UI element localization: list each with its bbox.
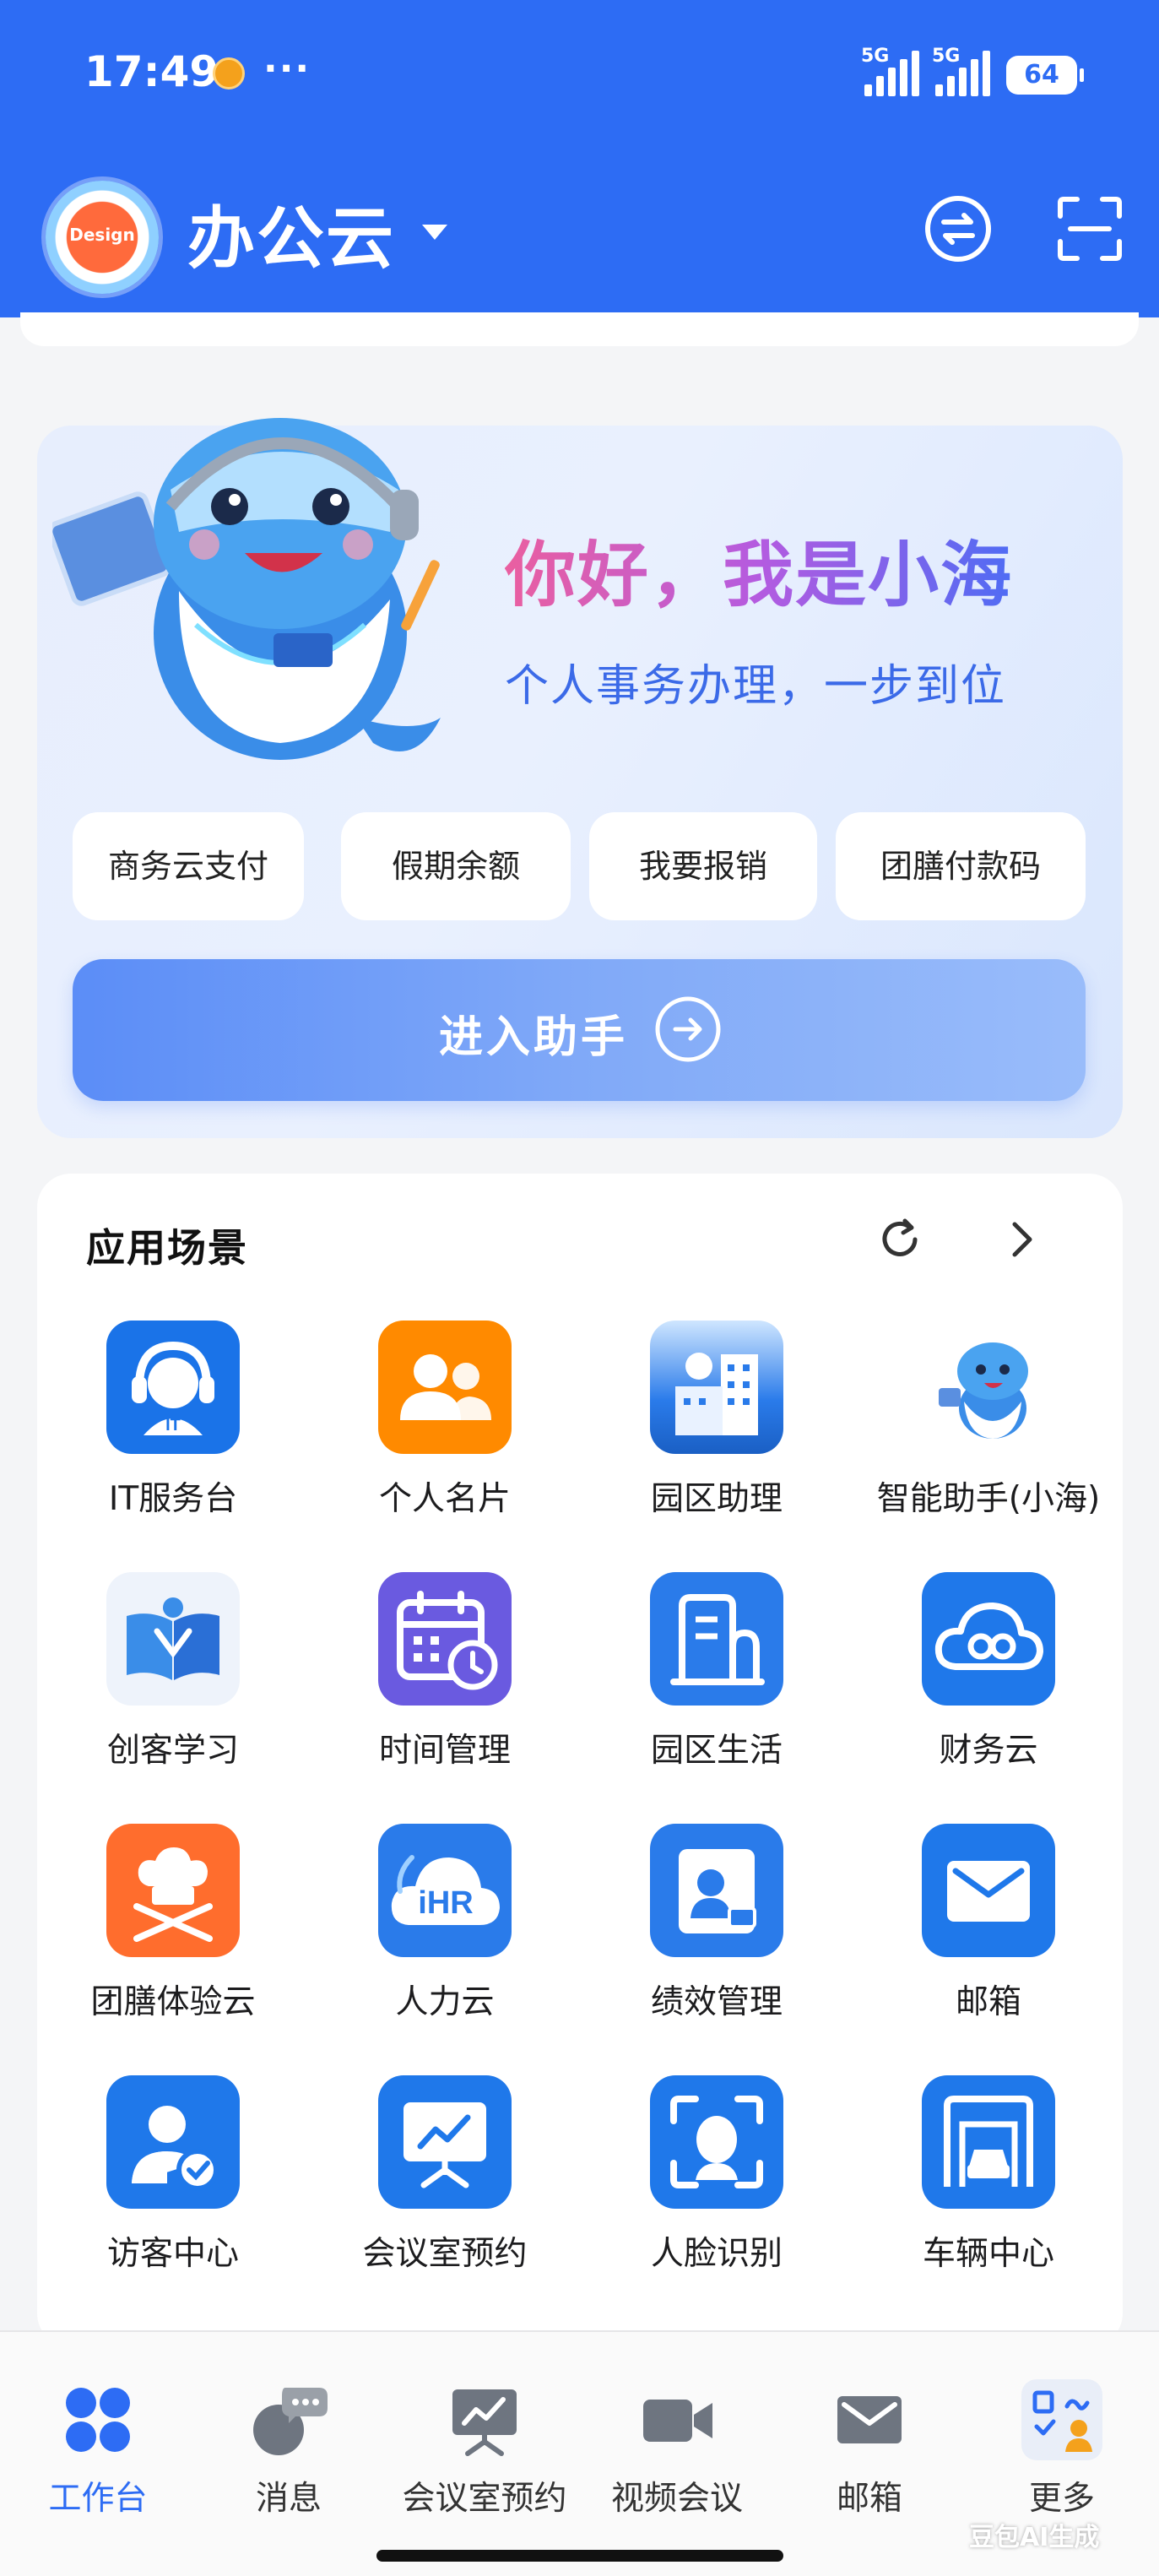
app-label: 时间管理 (378, 1732, 511, 1770)
scan-icon[interactable] (1053, 193, 1126, 265)
enter-assistant-label: 进入助手 (439, 1012, 629, 1063)
app-label: 人脸识别 (650, 2235, 783, 2273)
header-sheet (20, 312, 1139, 346)
mascot-illustration (47, 380, 491, 777)
presentation-icon (378, 2075, 512, 2209)
visitor-icon (106, 2075, 240, 2209)
quick-action-canteen-code[interactable]: 团膳付款码 (836, 812, 1086, 920)
app-label: 智能助手(小海) (876, 1480, 1101, 1518)
status-more-icon: ··· (263, 47, 311, 90)
status-time: 17:49 (84, 47, 219, 96)
nav-messages[interactable]: 消息 (192, 2332, 385, 2552)
grid-icon (56, 2378, 140, 2462)
notification-dot-icon (213, 57, 245, 89)
app-label: 访客中心 (106, 2235, 239, 2273)
app-label: 个人名片 (378, 1480, 511, 1518)
app-hr-cloud[interactable]: iHR 人力云 (309, 1824, 581, 2043)
mail-icon (922, 1824, 1055, 1957)
profile-card-icon (650, 1824, 783, 1957)
mail-icon (827, 2378, 912, 2462)
video-camera-icon (635, 2378, 719, 2462)
mascot-icon (922, 1321, 1055, 1454)
chevron-right-icon[interactable] (996, 1214, 1047, 1265)
headset-icon: IT (106, 1321, 240, 1454)
watermark: 豆包AI生成 (969, 2523, 1100, 2552)
app-label: 园区助理 (650, 1480, 783, 1518)
chef-icon (106, 1824, 240, 1957)
ihr-cloud-icon: iHR (378, 1824, 512, 1957)
app-it-service-desk[interactable]: IT IT服务台 (37, 1321, 309, 1540)
app-label: 财务云 (939, 1732, 1038, 1770)
open-book-icon (106, 1572, 240, 1706)
bottom-nav: 工作台 消息 会议室预约 视频会议 邮箱 更多 豆包AI生成 (0, 2330, 1159, 2576)
app-label: 邮箱 (955, 1983, 1021, 2021)
presentation-icon (442, 2378, 527, 2462)
quick-action-leave-balance[interactable]: 假期余额 (341, 812, 571, 920)
nav-mailbox[interactable]: 邮箱 (773, 2332, 966, 2552)
app-visitor-center[interactable]: 访客中心 (37, 2075, 309, 2295)
campus-building-icon (650, 1321, 783, 1454)
nav-label: 邮箱 (836, 2480, 902, 2518)
home-indicator[interactable] (376, 2550, 783, 2562)
app-label: 车辆中心 (922, 2235, 1054, 2273)
refresh-icon[interactable] (875, 1214, 925, 1265)
switch-icon[interactable] (922, 193, 994, 265)
app-label: 会议室预约 (362, 2235, 528, 2273)
scenes-title: 应用场景 (86, 1225, 248, 1271)
app-mailbox[interactable]: 邮箱 (853, 1824, 1124, 2043)
garage-car-icon (922, 2075, 1055, 2209)
nav-label: 更多 (1028, 2480, 1095, 2518)
app-canteen-cloud[interactable]: 团膳体验云 (37, 1824, 309, 2043)
app-smart-assistant[interactable]: 智能助手(小海) (853, 1321, 1124, 1540)
status-bar: 17:49 ··· 5G 5G 64 (0, 0, 1159, 152)
nav-workbench[interactable]: 工作台 (2, 2332, 194, 2552)
app-scenes-panel: 应用场景 IT IT服务台 个人名片 园区助理 智能助手(小海) 创客学习 时间… (37, 1174, 1123, 2347)
quick-action-reimburse[interactable]: 我要报销 (589, 812, 817, 920)
quick-action-business-pay[interactable]: 商务云支付 (73, 812, 304, 920)
nav-meeting-room[interactable]: 会议室预约 (388, 2332, 581, 2552)
app-vehicle-center[interactable]: 车辆中心 (853, 2075, 1124, 2295)
svg-text:iHR: iHR (418, 1885, 473, 1921)
app-label: 团膳体验云 (90, 1983, 256, 2021)
nav-label: 会议室预约 (402, 2480, 567, 2518)
calendar-clock-icon (378, 1572, 512, 1706)
chat-icon (246, 2378, 331, 2462)
app-label: 绩效管理 (650, 1983, 783, 2021)
app-label: 园区生活 (650, 1732, 783, 1770)
battery-icon: 64 (1006, 56, 1084, 95)
nav-label: 视频会议 (610, 2480, 743, 2518)
more-apps-icon (1020, 2378, 1104, 2462)
app-header: 17:49 ··· 5G 5G 64 Design 办公云 (0, 0, 1159, 317)
app-label: 人力云 (395, 1983, 495, 2021)
chevron-down-icon[interactable] (422, 225, 447, 240)
app-campus-assistant[interactable]: 园区助理 (581, 1321, 853, 1540)
contacts-icon (378, 1321, 512, 1454)
enter-assistant-button[interactable]: 进入助手 (73, 959, 1086, 1101)
signal-icon: 5G (861, 46, 929, 96)
signal-icon: 5G (932, 46, 999, 96)
app-performance[interactable]: 绩效管理 (581, 1824, 853, 2043)
building-icon (650, 1572, 783, 1706)
app-label: 创客学习 (106, 1732, 239, 1770)
cloud-icon (922, 1572, 1055, 1706)
face-scan-icon (650, 2075, 783, 2209)
app-meeting-room[interactable]: 会议室预约 (309, 2075, 581, 2295)
nav-video-meeting[interactable]: 视频会议 (581, 2332, 773, 2552)
logo-text: Design (69, 225, 135, 245)
assistant-greeting: 你好，我是小海 (505, 518, 1013, 621)
assistant-tagline: 个人事务办理，一步到位 (505, 661, 1007, 712)
app-time-management[interactable]: 时间管理 (309, 1572, 581, 1792)
app-maker-learning[interactable]: 创客学习 (37, 1572, 309, 1792)
app-face-recognition[interactable]: 人脸识别 (581, 2075, 853, 2295)
org-logo[interactable]: Design (46, 181, 159, 294)
app-finance-cloud[interactable]: 财务云 (853, 1572, 1124, 1792)
app-title[interactable]: 办公云 (187, 184, 395, 282)
app-personal-card[interactable]: 个人名片 (309, 1321, 581, 1540)
arrow-right-circle-icon (653, 995, 723, 1064)
app-campus-life[interactable]: 园区生活 (581, 1572, 853, 1792)
nav-label: 消息 (255, 2480, 322, 2518)
svg-text:IT: IT (165, 1416, 181, 1434)
nav-label: 工作台 (48, 2480, 148, 2518)
app-label: IT服务台 (108, 1480, 238, 1518)
